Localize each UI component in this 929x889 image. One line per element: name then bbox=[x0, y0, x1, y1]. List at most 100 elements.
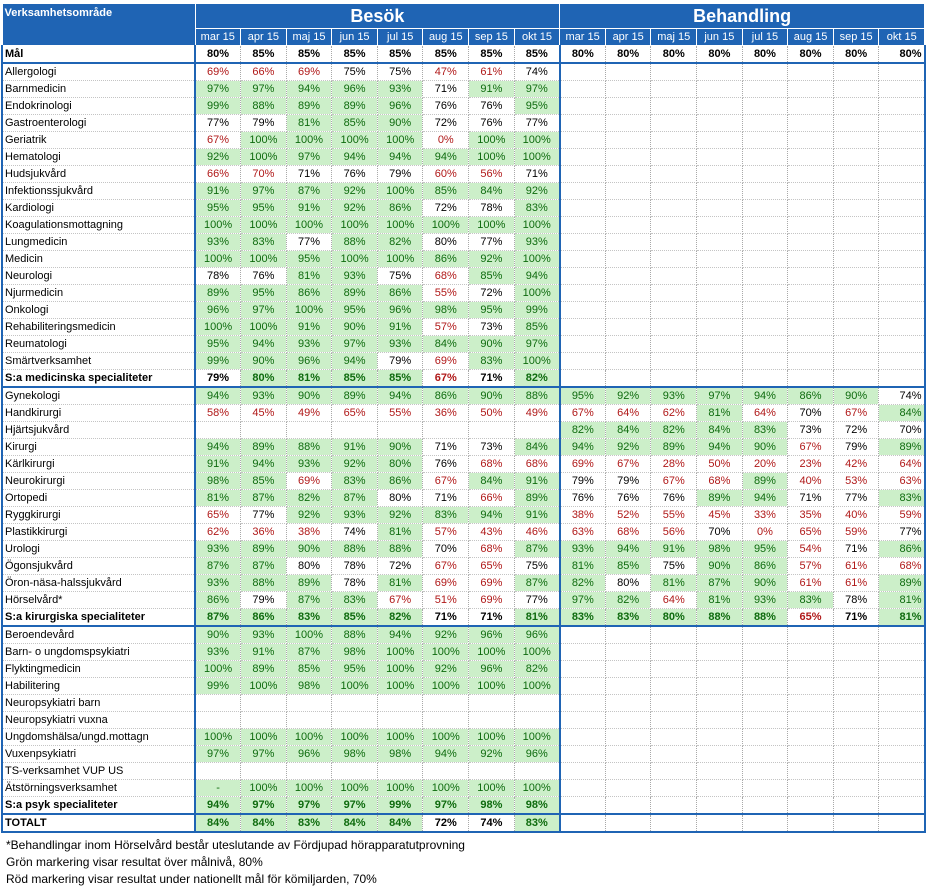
row-label: Njurmedicin bbox=[1, 284, 196, 302]
behandling-value-cell bbox=[833, 250, 880, 268]
besok-value-cell: 90% bbox=[286, 540, 333, 558]
besok-value-cell: 86% bbox=[240, 608, 287, 627]
row-label: Habilitering bbox=[1, 677, 196, 695]
besok-value-cell: 94% bbox=[468, 506, 515, 524]
behandling-value-cell bbox=[696, 233, 743, 251]
besok-value-cell: 47% bbox=[422, 63, 470, 81]
besok-value-cell: 94% bbox=[422, 148, 470, 166]
behandling-value-cell bbox=[605, 745, 652, 763]
row-label: Kardiologi bbox=[1, 199, 196, 217]
table-row: Ungdomshälsa/ungd.mottagn 100% 100% 100% 100… bbox=[1, 728, 926, 746]
behandling-value-cell bbox=[559, 711, 606, 729]
behandling-value-cell bbox=[650, 745, 698, 763]
behandling-value-cell bbox=[742, 250, 789, 268]
besok-value-cell: 73% bbox=[468, 438, 515, 456]
besok-value-cell: 67% bbox=[422, 557, 470, 575]
row-label: Reumatologi bbox=[1, 335, 196, 353]
besok-value-cell: 95% bbox=[195, 335, 242, 353]
behandling-value-cell bbox=[787, 711, 834, 729]
behandling-value-cell bbox=[833, 267, 880, 285]
behandling-value-cell bbox=[559, 165, 606, 183]
besok-value-cell: 80% bbox=[240, 369, 287, 388]
besok-value-cell: 100% bbox=[331, 216, 378, 234]
besok-value-cell: 94% bbox=[331, 352, 378, 370]
besok-value-cell: 89% bbox=[195, 284, 242, 302]
besok-value-cell: 88% bbox=[331, 540, 378, 558]
behandling-value-cell bbox=[650, 97, 698, 115]
behandling-value-cell bbox=[605, 711, 652, 729]
behandling-value-cell bbox=[605, 796, 652, 815]
behandling-value-cell: 64% bbox=[650, 591, 698, 609]
behandling-value-cell bbox=[742, 677, 789, 695]
besok-value-cell: 80% bbox=[286, 557, 333, 575]
besok-value-cell: 100% bbox=[422, 779, 470, 797]
month-header-besok-7: okt 15 bbox=[513, 28, 561, 46]
section-header-behandling: Behandling bbox=[559, 3, 926, 29]
besok-value-cell: 100% bbox=[514, 284, 561, 302]
behandling-value-cell bbox=[742, 80, 789, 98]
behandling-value-cell bbox=[787, 114, 834, 132]
behandling-value-cell bbox=[878, 779, 926, 797]
behandling-value-cell bbox=[878, 165, 926, 183]
besok-value-cell: 78% bbox=[331, 557, 378, 575]
behandling-value-cell: 33% bbox=[742, 506, 789, 524]
behandling-value-cell: 81% bbox=[878, 591, 926, 609]
behandling-value-cell: 45% bbox=[696, 506, 743, 524]
behandling-value-cell bbox=[833, 335, 880, 353]
behandling-value-cell bbox=[878, 250, 926, 268]
row-label: Ungdomshälsa/ungd.mottagn bbox=[1, 728, 196, 746]
behandling-value-cell: 89% bbox=[742, 472, 789, 490]
besok-value-cell: 65% bbox=[195, 506, 242, 524]
behandling-value-cell bbox=[605, 762, 652, 780]
behandling-value-cell bbox=[696, 694, 743, 712]
behandling-value-cell bbox=[650, 728, 698, 746]
besok-value-cell: 67% bbox=[377, 591, 424, 609]
besok-value-cell: 96% bbox=[468, 660, 515, 678]
besok-value-cell: 97% bbox=[331, 796, 378, 815]
behandling-value-cell bbox=[696, 745, 743, 763]
besok-value-cell: 84% bbox=[331, 814, 378, 833]
besok-value-cell: 97% bbox=[240, 745, 287, 763]
behandling-value-cell bbox=[742, 165, 789, 183]
besok-value-cell: 87% bbox=[240, 557, 287, 575]
behandling-value-cell bbox=[605, 369, 652, 388]
behandling-value-cell bbox=[878, 335, 926, 353]
table-row: Beroendevård 90% 93% 100% 88% 94% 92% 96% 96% bbox=[1, 626, 926, 644]
besok-value-cell: 100% bbox=[468, 216, 515, 234]
besok-value-cell: 93% bbox=[514, 233, 561, 251]
besok-value-cell: 74% bbox=[514, 63, 561, 81]
behandling-value-cell bbox=[605, 626, 652, 644]
month-header-besok-0: mar 15 bbox=[194, 28, 242, 46]
behandling-value-cell bbox=[787, 369, 834, 388]
behandling-value-cell bbox=[559, 301, 606, 319]
besok-value-cell: 88% bbox=[331, 626, 378, 644]
behandling-value-cell bbox=[650, 643, 698, 661]
behandling-value-cell bbox=[787, 694, 834, 712]
behandling-value-cell bbox=[559, 233, 606, 251]
besok-value-cell: 96% bbox=[286, 352, 333, 370]
behandling-value-cell: 95% bbox=[559, 387, 606, 405]
besok-value-cell: 83% bbox=[468, 352, 515, 370]
besok-value-cell: 83% bbox=[422, 506, 470, 524]
behandling-value-cell: 75% bbox=[650, 557, 698, 575]
behandling-value-cell bbox=[559, 335, 606, 353]
behandling-value-cell: 28% bbox=[650, 455, 698, 473]
month-header-behandling-0: mar 15 bbox=[559, 28, 606, 46]
besok-value-cell: 100% bbox=[514, 148, 561, 166]
besok-value-cell: 51% bbox=[422, 591, 470, 609]
behandling-value-cell bbox=[559, 660, 606, 678]
behandling-value-cell bbox=[559, 762, 606, 780]
besok-value-cell bbox=[195, 421, 242, 439]
besok-value-cell: 100% bbox=[331, 677, 378, 695]
row-label: Gastroenterologi bbox=[1, 114, 196, 132]
behandling-value-cell bbox=[833, 165, 880, 183]
row-label: Smärtverksamhet bbox=[1, 352, 196, 370]
besok-value-cell: 71% bbox=[422, 608, 470, 627]
besok-value-cell: 69% bbox=[286, 472, 333, 490]
table-row: Barnmedicin 97% 97% 94% 96% 93% 71% 91% 97% bbox=[1, 80, 926, 98]
besok-value-cell: 97% bbox=[422, 796, 470, 815]
behandling-value-cell bbox=[559, 199, 606, 217]
behandling-value-cell bbox=[605, 779, 652, 797]
behandling-value-cell: 67% bbox=[650, 472, 698, 490]
behandling-value-cell: 42% bbox=[833, 455, 880, 473]
